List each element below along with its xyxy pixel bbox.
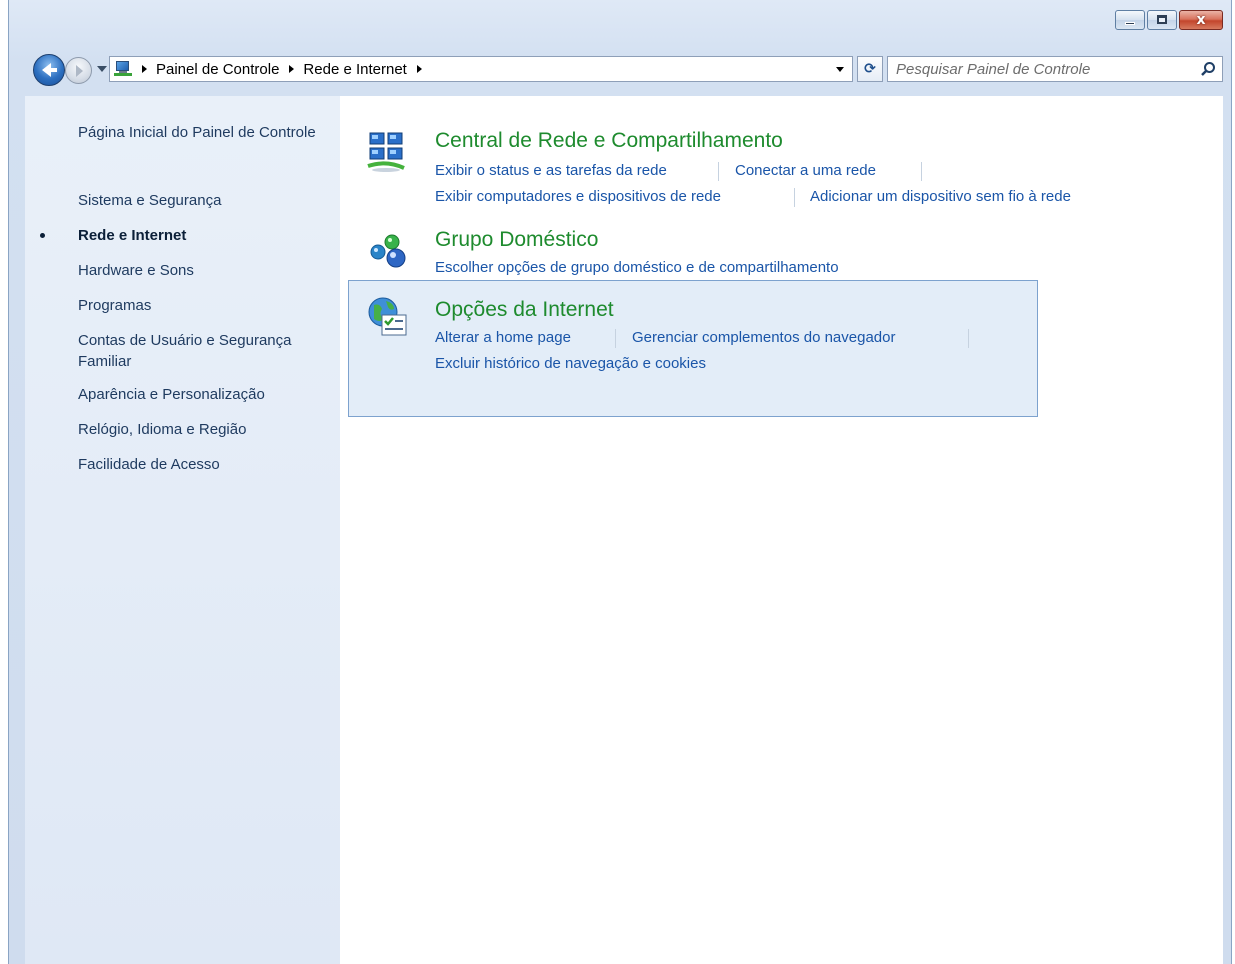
sidebar-item-control-panel-home[interactable]: Página Inicial do Painel de Controle — [78, 122, 338, 143]
navigation-bar: Painel de Controle Rede e Internet ⟳ — [25, 53, 1223, 87]
maximize-button[interactable] — [1147, 10, 1177, 30]
search-box[interactable] — [887, 56, 1223, 82]
breadcrumb-separator-icon[interactable] — [416, 65, 422, 73]
link-view-network-computers[interactable]: Exibir computadores e dispositivos de re… — [435, 188, 721, 205]
close-button[interactable]: x — [1179, 10, 1223, 30]
sidebar-item-hardware-sound[interactable]: Hardware e Sons — [78, 260, 338, 281]
internet-options-icon[interactable] — [366, 295, 410, 339]
search-icon[interactable] — [1200, 61, 1216, 77]
recent-pages-dropdown[interactable] — [97, 66, 107, 72]
link-change-home-page[interactable]: Alterar a home page — [435, 329, 571, 346]
search-input[interactable] — [896, 59, 1196, 79]
forward-button[interactable] — [65, 57, 92, 84]
sidebar-item-programs[interactable]: Programas — [78, 295, 338, 316]
control-panel-icon — [114, 60, 132, 78]
category-title-network-sharing-center[interactable]: Central de Rede e Compartilhamento — [435, 129, 783, 153]
close-icon: x — [1196, 12, 1206, 28]
breadcrumb-separator-icon[interactable] — [142, 65, 147, 73]
network-center-icon[interactable] — [366, 130, 410, 174]
category-title-homegroup[interactable]: Grupo Doméstico — [435, 228, 598, 252]
sidebar-item-user-accounts[interactable]: Contas de Usuário e Segurança Familiar — [78, 330, 338, 372]
homegroup-icon[interactable] — [366, 228, 410, 272]
refresh-icon: ⟳ — [864, 61, 876, 77]
breadcrumb-control-panel[interactable]: Painel de Controle — [156, 61, 279, 78]
back-button[interactable] — [33, 54, 65, 86]
main-content: Central de Rede e Compartilhamento Exibi… — [340, 96, 1223, 964]
link-separator — [968, 329, 969, 348]
address-dropdown-icon[interactable] — [836, 67, 844, 72]
category-network-sharing-center: Central de Rede e Compartilhamento Exibi… — [348, 124, 1071, 214]
control-panel-window: x Painel de Controle Rede e Internet ⟳ P… — [8, 0, 1232, 964]
link-homegroup-options[interactable]: Escolher opções de grupo doméstico e de … — [435, 259, 839, 276]
link-add-wireless-device[interactable]: Adicionar um dispositivo sem fio à rede — [810, 188, 1071, 205]
sidebar-item-ease-of-access[interactable]: Facilidade de Acesso — [78, 454, 338, 475]
category-internet-options: Opções da Internet Alterar a home page G… — [348, 280, 1038, 417]
link-view-network-status[interactable]: Exibir o status e as tarefas da rede — [435, 162, 667, 179]
category-homegroup: Grupo Doméstico Escolher opções de grupo… — [348, 224, 1038, 284]
active-bullet-icon — [40, 233, 45, 238]
refresh-button[interactable]: ⟳ — [857, 56, 883, 82]
link-separator — [921, 162, 922, 181]
link-separator — [615, 329, 616, 348]
link-manage-addons[interactable]: Gerenciar complementos do navegador — [632, 329, 895, 346]
link-connect-to-network[interactable]: Conectar a uma rede — [735, 162, 876, 179]
sidebar-item-appearance[interactable]: Aparência e Personalização — [78, 384, 338, 405]
sidebar-item-system-security[interactable]: Sistema e Segurança — [78, 190, 338, 211]
breadcrumb-separator-icon[interactable] — [289, 65, 295, 73]
window-controls: x — [1115, 10, 1223, 30]
minimize-button[interactable] — [1115, 10, 1145, 30]
link-separator — [718, 162, 719, 181]
address-bar[interactable]: Painel de Controle Rede e Internet — [109, 56, 853, 82]
category-title-internet-options[interactable]: Opções da Internet — [435, 298, 614, 322]
sidebar: Página Inicial do Painel de Controle Sis… — [25, 96, 340, 964]
sidebar-item-clock-language[interactable]: Relógio, Idioma e Região — [78, 419, 338, 440]
breadcrumb-network-internet[interactable]: Rede e Internet — [303, 61, 406, 78]
sidebar-item-network-internet[interactable]: Rede e Internet — [40, 225, 338, 246]
link-delete-browsing-history[interactable]: Excluir histórico de navegação e cookies — [435, 355, 706, 372]
link-separator — [794, 188, 795, 207]
